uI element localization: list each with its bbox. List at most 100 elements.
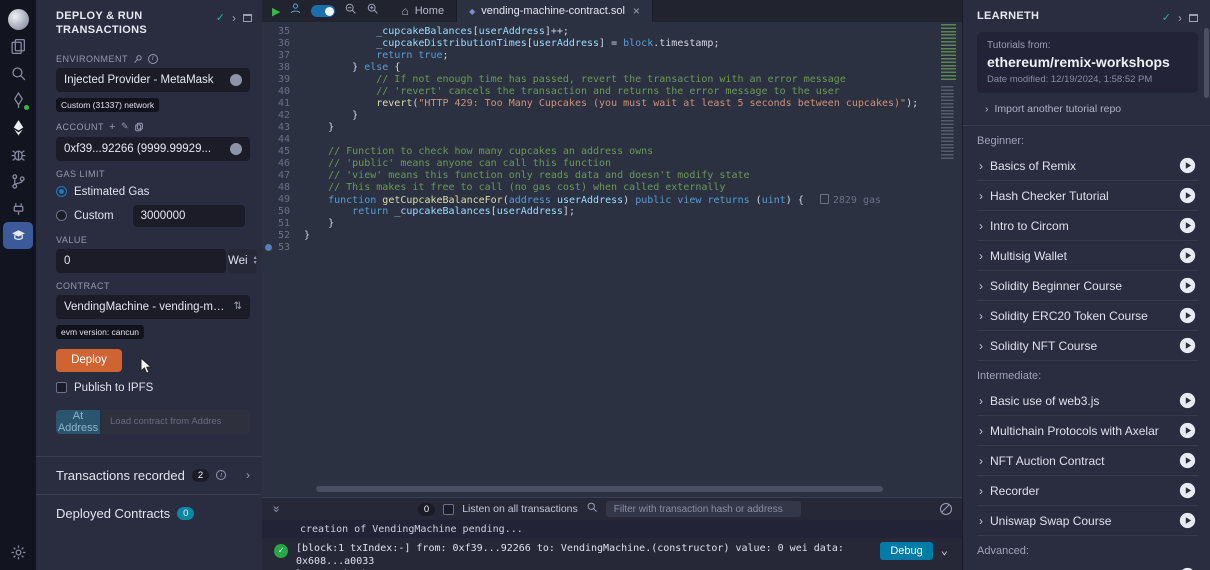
play-icon[interactable] [1179, 277, 1196, 294]
tutorial-item[interactable]: ›Intro to Circom [977, 211, 1198, 241]
transaction-log-entry[interactable]: ✓ [block:1 txIndex:-] from: 0xf39...9226… [262, 538, 962, 570]
copy-icon[interactable] [134, 122, 144, 132]
minimap[interactable] [941, 24, 959, 254]
transactions-recorded-row[interactable]: Transactions recorded 2 i › [36, 456, 262, 494]
code-line[interactable]: 49 function getCupcakeBalanceFor(address… [262, 194, 962, 206]
line-number[interactable]: 38 [262, 62, 304, 74]
custom-gas-radio[interactable] [56, 210, 67, 221]
line-number[interactable]: 46 [262, 158, 304, 170]
estimated-gas-radio[interactable] [56, 186, 67, 197]
tutorial-item[interactable]: ›Solidity ERC20 Token Course [977, 301, 1198, 331]
import-tutorial-link[interactable]: › Import another tutorial repo [963, 93, 1210, 126]
chevron-right-icon[interactable]: › [1178, 12, 1182, 24]
tutorial-item[interactable]: ›Basics of Remix [977, 151, 1198, 181]
code-line[interactable]: 39 // If not enough time has passed, rev… [262, 74, 962, 86]
popout-window-icon[interactable] [1189, 14, 1198, 22]
terminal-log[interactable]: creation of VendingMachine pending... ✓ … [262, 520, 962, 570]
chevron-right-icon[interactable]: › [246, 468, 250, 482]
line-number[interactable]: 45 [262, 146, 304, 158]
expand-terminal-icon[interactable]: « [268, 506, 282, 513]
line-number[interactable]: 44 [262, 134, 304, 146]
publish-ipfs-checkbox[interactable] [56, 382, 67, 393]
tutorial-item[interactable]: ›NFT Auction Contract [977, 446, 1198, 476]
code-line[interactable]: 53 [262, 242, 962, 254]
line-number[interactable]: 51 [262, 218, 304, 230]
play-icon[interactable] [1179, 247, 1196, 264]
code-line[interactable]: 51 } [262, 218, 962, 230]
line-number[interactable]: 50 [262, 206, 304, 218]
line-number[interactable]: 37 [262, 50, 304, 62]
code-editor[interactable]: 35 _cupcakeBalances[userAddress]++;36 _c… [262, 22, 962, 497]
play-icon[interactable] [1179, 392, 1196, 409]
file-explorer-icon[interactable] [3, 33, 33, 60]
add-account-icon[interactable]: + [109, 121, 116, 133]
edit-icon[interactable]: ✎ [121, 121, 129, 132]
line-number[interactable]: 48 [262, 182, 304, 194]
line-number[interactable]: 40 [262, 86, 304, 98]
tutorial-item[interactable]: ›Multichain Protocols with Axelar [977, 416, 1198, 446]
code-line[interactable]: 36 _cupcakeDistributionTimes[userAddress… [262, 38, 962, 50]
account-select[interactable]: 0xf39...92266 (9999.99929... [56, 137, 250, 161]
horizontal-scrollbar[interactable] [316, 486, 926, 492]
play-icon[interactable] [1179, 307, 1196, 324]
code-line[interactable]: 47 // 'view' means this function only re… [262, 170, 962, 182]
at-address-button[interactable]: At Address [56, 410, 100, 434]
code-line[interactable]: 43 } [262, 122, 962, 134]
code-line[interactable]: 37 return true; [262, 50, 962, 62]
deploy-run-icon[interactable] [3, 114, 33, 141]
at-address-input[interactable] [102, 410, 250, 434]
breakpoint-dot[interactable] [265, 244, 272, 251]
code-line[interactable]: 35 _cupcakeBalances[userAddress]++; [262, 26, 962, 38]
play-icon[interactable] [1179, 422, 1196, 439]
clear-console-icon[interactable] [940, 503, 952, 515]
code-line[interactable]: 46 // 'public' means anyone can call thi… [262, 158, 962, 170]
line-number[interactable]: 43 [262, 122, 304, 134]
close-tab-icon[interactable]: × [633, 4, 640, 18]
pin-icon[interactable] [133, 54, 143, 64]
code-line[interactable]: 50 return _cupcakeBalances[userAddress]; [262, 206, 962, 218]
line-number[interactable]: 39 [262, 74, 304, 86]
environment-select[interactable]: Injected Provider - MetaMask [56, 68, 250, 92]
run-script-icon[interactable]: ▶ [272, 5, 280, 18]
remix-logo[interactable] [3, 6, 33, 33]
code-line[interactable]: 41 revert("HTTP 429: Too Many Cupcakes (… [262, 98, 962, 110]
tutorial-item[interactable]: ›Basic use of web3.js [977, 386, 1198, 416]
code-line[interactable]: 45 // Function to check how many cupcake… [262, 146, 962, 158]
line-number[interactable]: 49 [262, 194, 304, 206]
info-icon[interactable]: i [148, 54, 158, 64]
tutorial-item[interactable]: ›Solidity NFT Course [977, 331, 1198, 361]
play-icon[interactable] [1179, 337, 1196, 354]
value-unit-select[interactable]: Wei ▴▾ [228, 249, 257, 273]
search-icon[interactable] [3, 60, 33, 87]
code-line[interactable]: 48 // This makes it free to call (no gas… [262, 182, 962, 194]
assistant-icon[interactable] [289, 2, 302, 20]
play-icon[interactable] [1179, 157, 1196, 174]
deployed-contracts-row[interactable]: Deployed Contracts 0 [36, 494, 262, 532]
transaction-filter-input[interactable] [606, 501, 801, 517]
line-number[interactable]: 42 [262, 110, 304, 122]
line-number[interactable]: 36 [262, 38, 304, 50]
tutorial-item[interactable]: ›Recorder [977, 476, 1198, 506]
settings-icon[interactable] [3, 539, 33, 566]
debugger-icon[interactable] [3, 141, 33, 168]
play-icon[interactable] [1179, 482, 1196, 499]
tutorial-item[interactable]: ›Solidity Beginner Course [977, 271, 1198, 301]
chevron-right-icon[interactable]: › [232, 12, 236, 24]
plugin-manager-icon[interactable] [3, 195, 33, 222]
code-line[interactable]: 44 [262, 134, 962, 146]
line-number[interactable]: 41 [262, 98, 304, 110]
info-icon[interactable]: i [216, 470, 226, 480]
tutorial-item[interactable]: ›Multisig Wallet [977, 241, 1198, 271]
popout-window-icon[interactable] [243, 14, 252, 22]
stepper-icon[interactable]: ▴▾ [254, 256, 257, 266]
deploy-button[interactable]: Deploy [56, 349, 122, 372]
line-number[interactable]: 52 [262, 230, 304, 242]
code-line[interactable]: 52} [262, 230, 962, 242]
chevron-down-icon[interactable]: ⌄ [941, 543, 948, 557]
contract-select[interactable]: VendingMachine - vending-machin ⇅ [56, 295, 250, 319]
git-icon[interactable] [3, 168, 33, 195]
play-icon[interactable] [1179, 512, 1196, 529]
custom-gas-input[interactable] [133, 205, 245, 227]
line-number[interactable]: 35 [262, 26, 304, 38]
account-copy-icon[interactable] [230, 143, 242, 155]
